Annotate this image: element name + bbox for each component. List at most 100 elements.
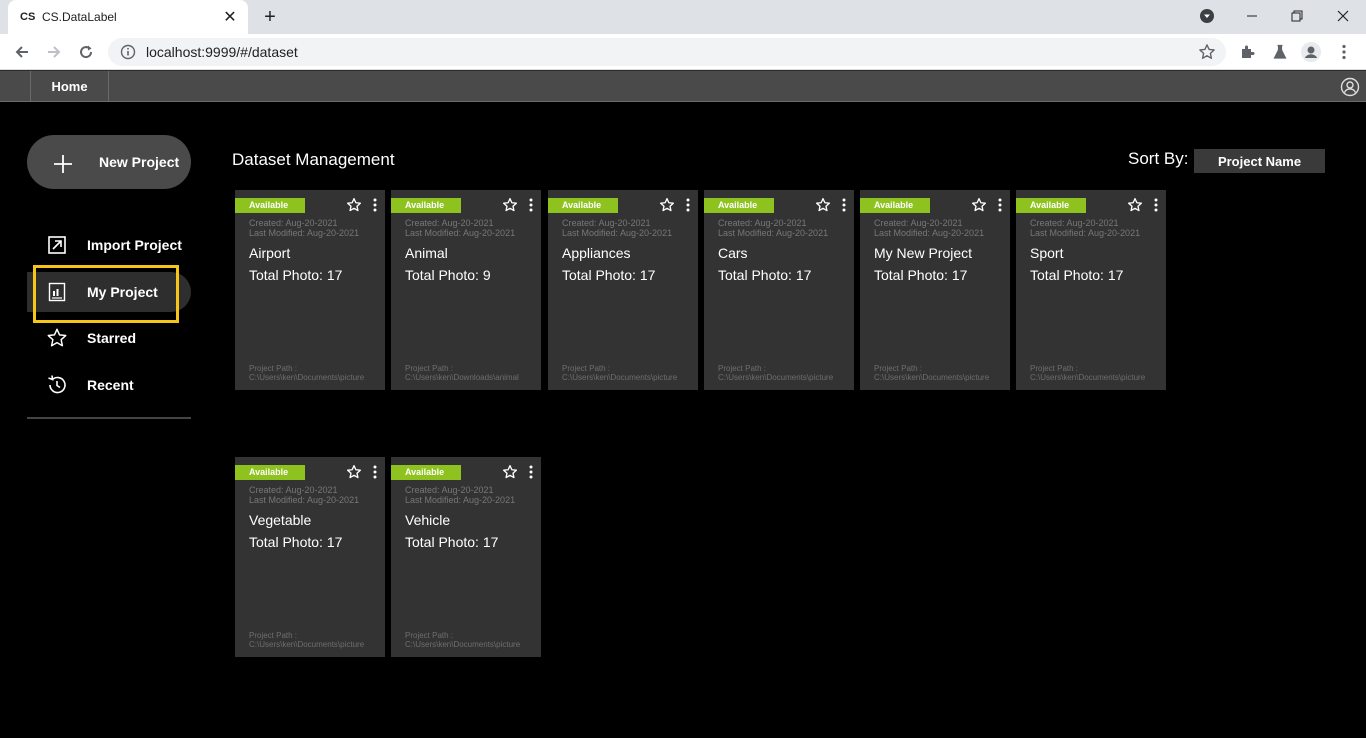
selection-highlight (33, 265, 179, 323)
reload-icon[interactable] (74, 40, 98, 64)
sidebar-item-starred[interactable]: Starred (27, 318, 191, 358)
new-tab-button[interactable]: + (260, 4, 280, 30)
more-options-icon[interactable] (526, 464, 536, 480)
modified-date: Last Modified: Aug-20-2021 (562, 228, 673, 238)
sort-label: Sort By: (1128, 149, 1189, 168)
app-header: Home (0, 70, 1366, 102)
project-path-value: C:\Users\ken\Documents\picture (1030, 373, 1146, 382)
status-badge: Available (235, 198, 305, 213)
address-bar[interactable]: localhost:9999/#/dataset (108, 38, 1226, 66)
bookmark-star-icon[interactable] (1198, 43, 1216, 61)
tab-close-icon[interactable]: ✕ (222, 7, 238, 27)
project-path-label: Project Path : (1030, 364, 1079, 373)
card-dates: Created: Aug-20-2021 Last Modified: Aug-2… (562, 218, 672, 238)
modified-date: Last Modified: Aug-20-2021 (405, 495, 516, 505)
star-icon[interactable] (346, 197, 362, 213)
project-path-value: C:\Users\ken\Documents\picture (718, 373, 834, 382)
project-name: Airport (249, 245, 291, 261)
project-name: Vegetable (249, 512, 312, 528)
project-path-label: Project Path : (718, 364, 767, 373)
tab-search-icon[interactable] (1195, 4, 1219, 28)
card-dates: Created: Aug-20-2021 Last Modified: Aug-2… (249, 218, 359, 238)
project-card[interactable]: Available Created: Aug-20-2021 Last Modifi… (235, 190, 385, 390)
more-options-icon[interactable] (995, 197, 1005, 213)
extensions-icon[interactable] (1238, 42, 1258, 62)
star-icon (27, 327, 87, 349)
status-badge: Available (860, 198, 930, 213)
sidebar-item-import-project[interactable]: Import Project (27, 225, 191, 265)
more-options-icon[interactable] (839, 197, 849, 213)
close-window-icon[interactable] (1331, 4, 1355, 28)
project-name: My New Project (874, 245, 973, 261)
project-path-value: C:\Users\ken\Documents\picture (249, 373, 365, 382)
more-options-icon[interactable] (370, 197, 380, 213)
photo-count: Total Photo: 9 (405, 267, 491, 283)
project-card[interactable]: Available Created: Aug-20-2021 Last Modifi… (391, 457, 541, 657)
star-icon[interactable] (502, 197, 518, 213)
project-path-value: C:\Users\ken\Downloads\animal (405, 373, 519, 382)
project-card[interactable]: Available Created: Aug-20-2021 Last Modifi… (548, 190, 698, 390)
project-path-label: Project Path : (249, 631, 298, 640)
project-path-label: Project Path : (405, 364, 454, 373)
project-card[interactable]: Available Created: Aug-20-2021 Last Modifi… (391, 190, 541, 390)
more-options-icon[interactable] (526, 197, 536, 213)
project-path: Project Path : C:\Users\ken\Documents\pic… (1030, 364, 1145, 382)
photo-count: Total Photo: 17 (249, 534, 343, 550)
more-options-icon[interactable] (1151, 197, 1161, 213)
created-date: Created: Aug-20-2021 (249, 485, 338, 495)
project-path: Project Path : C:\Users\ken\Documents\pic… (249, 631, 364, 649)
site-info-icon[interactable] (120, 44, 136, 60)
back-icon[interactable] (10, 40, 34, 64)
modified-date: Last Modified: Aug-20-2021 (405, 228, 516, 238)
created-date: Created: Aug-20-2021 (249, 218, 338, 228)
more-options-icon[interactable] (683, 197, 693, 213)
star-icon[interactable] (815, 197, 831, 213)
photo-count: Total Photo: 17 (562, 267, 656, 283)
photo-count: Total Photo: 17 (249, 267, 343, 283)
project-path: Project Path : C:\Users\ken\Documents\pic… (405, 631, 520, 649)
modified-date: Last Modified: Aug-20-2021 (249, 495, 360, 505)
project-card[interactable]: Available Created: Aug-20-2021 Last Modifi… (1016, 190, 1166, 390)
restore-icon[interactable] (1285, 4, 1309, 28)
project-path-value: C:\Users\ken\Documents\picture (249, 640, 365, 649)
browser-tab[interactable]: CS CS.DataLabel ✕ (8, 0, 248, 34)
browser-tab-strip: CS CS.DataLabel ✕ + (0, 0, 1366, 34)
profile-avatar-icon[interactable] (1301, 42, 1321, 62)
project-card[interactable]: Available Created: Aug-20-2021 Last Modifi… (235, 457, 385, 657)
browser-menu-icon[interactable] (1334, 42, 1354, 62)
card-dates: Created: Aug-20-2021 Last Modified: Aug-2… (874, 218, 984, 238)
project-path: Project Path : C:\Users\ken\Documents\pic… (562, 364, 677, 382)
project-name: Vehicle (405, 512, 451, 528)
star-icon[interactable] (346, 464, 362, 480)
star-icon[interactable] (659, 197, 675, 213)
import-icon (27, 235, 87, 255)
project-card[interactable]: Available Created: Aug-20-2021 Last Modifi… (860, 190, 1010, 390)
star-icon[interactable] (971, 197, 987, 213)
created-date: Created: Aug-20-2021 (405, 485, 494, 495)
new-project-button[interactable]: New Project (27, 135, 191, 189)
home-tab[interactable]: Home (30, 71, 109, 102)
status-badge: Available (1016, 198, 1086, 213)
status-badge: Available (391, 465, 461, 480)
star-icon[interactable] (502, 464, 518, 480)
status-badge: Available (391, 198, 461, 213)
user-account-icon[interactable] (1340, 77, 1360, 97)
project-path: Project Path : C:\Users\ken\Downloads\ani… (405, 364, 519, 382)
history-icon (27, 374, 87, 396)
url-text: localhost:9999/#/dataset (146, 44, 298, 60)
created-date: Created: Aug-20-2021 (1030, 218, 1119, 228)
project-card[interactable]: Available Created: Aug-20-2021 Last Modifi… (704, 190, 854, 390)
project-path-label: Project Path : (874, 364, 923, 373)
star-icon[interactable] (1127, 197, 1143, 213)
sidebar-item-label: Recent (87, 377, 134, 393)
sidebar-item-recent[interactable]: Recent (27, 365, 191, 405)
labs-flask-icon[interactable] (1270, 42, 1290, 62)
minimize-icon[interactable] (1240, 4, 1264, 28)
sidebar-divider (27, 417, 191, 419)
project-path-value: C:\Users\ken\Documents\picture (874, 373, 990, 382)
sort-select[interactable]: Project Name (1194, 149, 1325, 173)
modified-date: Last Modified: Aug-20-2021 (1030, 228, 1141, 238)
project-path-label: Project Path : (405, 631, 454, 640)
forward-icon[interactable] (42, 40, 66, 64)
more-options-icon[interactable] (370, 464, 380, 480)
